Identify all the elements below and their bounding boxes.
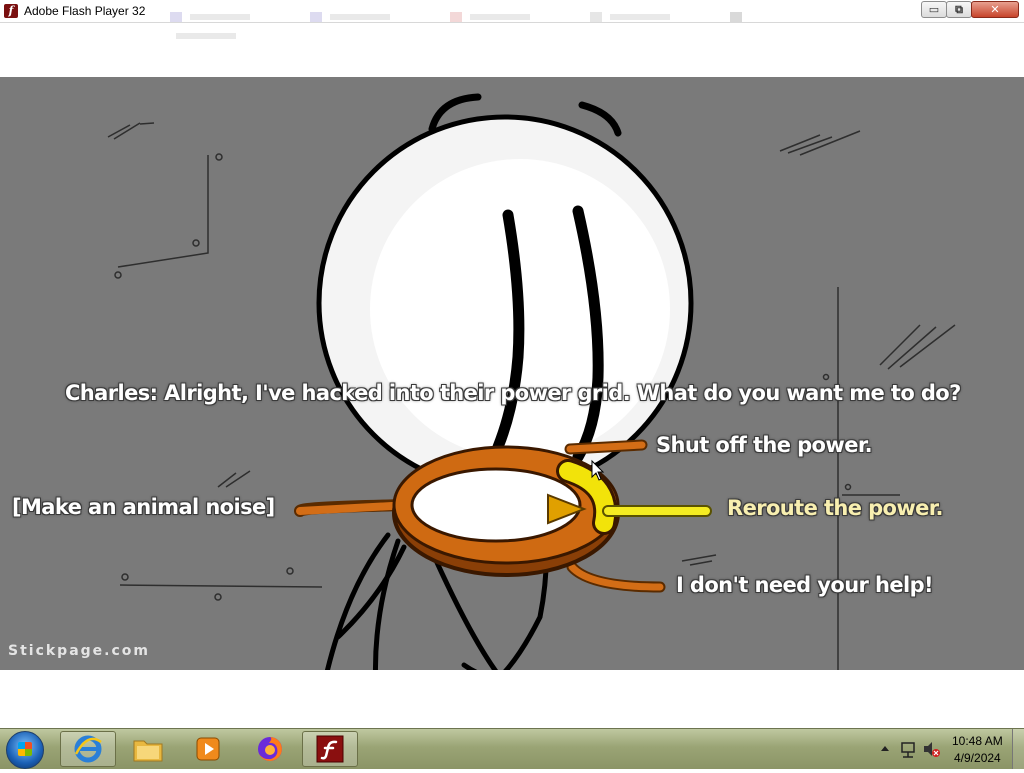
tray-icons	[881, 742, 940, 758]
taskbar-flash-player[interactable]	[302, 731, 358, 767]
flash-icon	[316, 735, 344, 763]
taskbar: 10:48 AM 4/9/2024	[0, 728, 1024, 769]
maximize-button[interactable]: ⧉	[946, 1, 972, 18]
window-title-bar: f Adobe Flash Player 32 ▭ ⧉ ✕	[0, 0, 1024, 39]
media-player-icon	[196, 737, 220, 761]
taskbar-firefox[interactable]	[242, 731, 298, 767]
network-icon	[901, 742, 915, 753]
firefox-icon	[258, 737, 282, 761]
close-button[interactable]: ✕	[971, 1, 1019, 18]
clock-date[interactable]: 4/9/2024	[954, 751, 1001, 765]
background-tabs	[170, 6, 830, 39]
show-desktop-button[interactable]	[1012, 729, 1024, 769]
dialog-question: Charles: Alright, I've hacked into their…	[65, 381, 961, 405]
stickpage-watermark: Stickpage.com	[8, 643, 150, 659]
game-stage[interactable]: Charles: Alright, I've hacked into their…	[0, 77, 1024, 670]
start-button[interactable]	[6, 731, 44, 769]
taskbar-file-explorer[interactable]	[120, 731, 176, 767]
taskbar-internet-explorer[interactable]	[60, 731, 116, 767]
folder-icon	[133, 740, 163, 762]
show-hidden-icons-icon	[881, 746, 889, 751]
window-title: Adobe Flash Player 32	[24, 4, 146, 18]
choice-no-help[interactable]: I don't need your help!	[676, 573, 934, 597]
choice-animal-noise[interactable]: [Make an animal noise]	[12, 495, 275, 519]
choice-wheel	[294, 439, 712, 593]
flash-app-icon: f	[4, 4, 18, 18]
ie-icon	[74, 735, 102, 763]
taskbar-media-player[interactable]	[180, 731, 236, 767]
volume-muted-icon	[924, 742, 932, 756]
character-head	[316, 114, 694, 492]
choice-shut-off-power[interactable]: Shut off the power.	[656, 433, 873, 457]
clock-time[interactable]: 10:48 AM	[952, 734, 1003, 748]
choice-reroute-power[interactable]: Reroute the power.	[727, 496, 944, 520]
minimize-button[interactable]: ▭	[921, 1, 947, 18]
